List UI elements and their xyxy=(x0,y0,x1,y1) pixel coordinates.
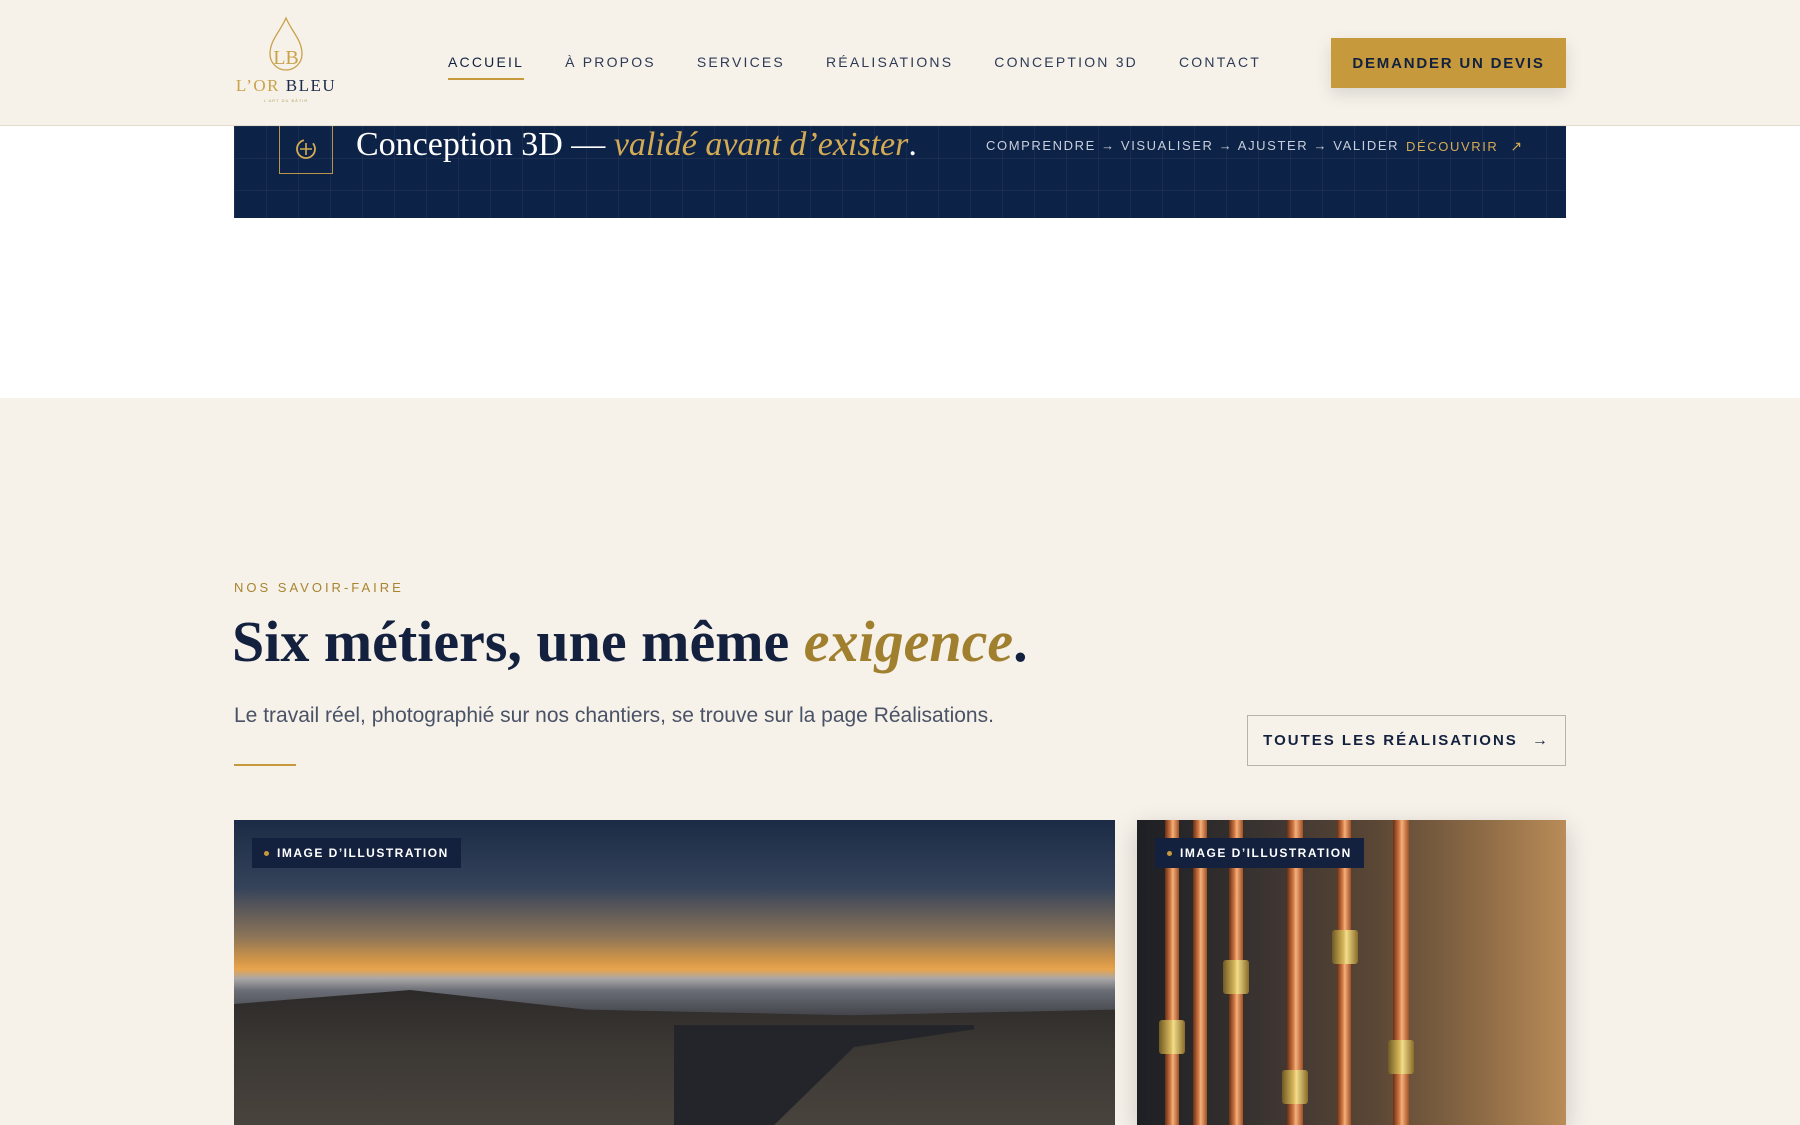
service-card-terrassement[interactable]: IMAGE D’ILLUSTRATION xyxy=(234,820,1115,1125)
card-image-fitting xyxy=(1223,960,1249,994)
nav-conception-3d[interactable]: CONCEPTION 3D xyxy=(994,54,1138,80)
illustration-badge: IMAGE D’ILLUSTRATION xyxy=(1155,838,1364,868)
nav-contact[interactable]: CONTACT xyxy=(1179,54,1261,80)
brand-name: L’OR BLEU xyxy=(235,76,337,95)
site-header: LB L’OR BLEU L’ART DU BÂTIR ACCUEIL À PR… xyxy=(0,0,1800,126)
dot-icon xyxy=(264,850,269,856)
all-realisations-button[interactable]: TOUTES LES RÉALISATIONS → xyxy=(1247,715,1566,766)
arrow-right-icon: → xyxy=(1531,731,1550,749)
brand-tagline: L’ART DU BÂTIR xyxy=(263,98,309,103)
banner-title: Conception 3D — validé avant d’exister. xyxy=(356,126,917,163)
nav-accueil[interactable]: ACCUEIL xyxy=(448,54,525,80)
conception-3d-banner[interactable]: Conception 3D — validé avant d’exister. … xyxy=(234,124,1566,218)
section-divider xyxy=(234,764,296,766)
section-eyebrow: NOS SAVOIR-FAIRE xyxy=(234,580,404,595)
nav-a-propos[interactable]: À PROPOS xyxy=(565,54,656,80)
banner-steps: COMPRENDRE → VISUALISER → AJUSTER → VALI… xyxy=(986,138,1400,153)
section-headline: Six métiers, une même exigence. xyxy=(232,609,1028,674)
dot-icon xyxy=(1167,850,1172,856)
main-nav: ACCUEIL À PROPOS SERVICES RÉALISATIONS C… xyxy=(448,54,1302,80)
service-card-plomberie[interactable]: IMAGE D’ILLUSTRATION xyxy=(1137,820,1566,1125)
card-image-fitting xyxy=(1332,930,1358,964)
discover-link[interactable]: DÉCOUVRIR ↗ xyxy=(1406,138,1524,155)
nav-services[interactable]: SERVICES xyxy=(697,54,785,80)
brand-logo[interactable]: LB L’OR BLEU L’ART DU BÂTIR xyxy=(234,16,338,108)
arrow-up-right-icon: ↗ xyxy=(1510,138,1524,154)
card-image-pipe xyxy=(1393,820,1409,1125)
request-quote-button[interactable]: DEMANDER UN DEVIS xyxy=(1331,38,1566,88)
compass-3d-icon xyxy=(279,124,333,174)
card-image-fitting xyxy=(1159,1020,1185,1054)
illustration-badge: IMAGE D’ILLUSTRATION xyxy=(252,838,461,868)
svg-text:LB: LB xyxy=(273,47,299,69)
card-image-fitting xyxy=(1282,1070,1308,1104)
monogram-icon: LB xyxy=(269,16,303,71)
section-subtitle: Le travail réel, photographié sur nos ch… xyxy=(234,704,994,727)
white-band xyxy=(0,218,1800,398)
card-image-fitting xyxy=(1388,1040,1414,1074)
nav-realisations[interactable]: RÉALISATIONS xyxy=(826,54,953,80)
